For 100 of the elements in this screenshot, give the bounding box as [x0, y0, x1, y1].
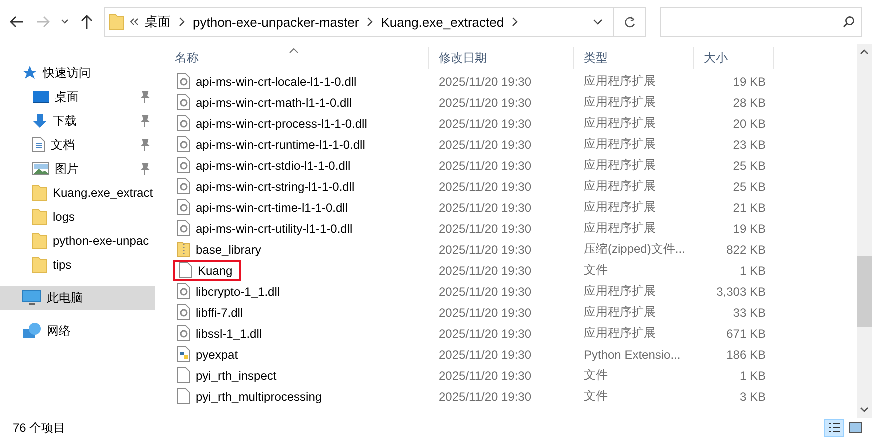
pin-icon	[140, 163, 150, 175]
table-cell-text: 2025/11/20 19:30	[438, 178, 533, 196]
dll-file-icon	[177, 115, 191, 132]
blank-file-icon	[179, 262, 193, 279]
sidebar-item[interactable]: logs	[0, 205, 155, 229]
breadcrumb[interactable]: Kuang.exe_extracted	[379, 14, 506, 30]
table-cell-text: 822 KB	[726, 242, 767, 258]
sidebar-item[interactable]: 桌面	[0, 85, 155, 109]
table-cell-text: Python Extensio...	[583, 346, 682, 364]
address-bar[interactable]: 桌面 python-exe-unpacker-master Kuang.exe_extracted	[104, 7, 614, 37]
sidebar-item[interactable]: 此电脑	[0, 286, 155, 310]
file-name[interactable]: api-ms-win-crt-utility-l1-1-0.dll	[173, 218, 359, 239]
refresh-button[interactable]	[614, 7, 646, 37]
document-icon	[32, 137, 46, 153]
table-cell-text: 应用程序扩展	[583, 136, 657, 153]
dll-file-icon	[177, 178, 191, 195]
search-field[interactable]	[660, 7, 862, 37]
breadcrumb[interactable]: 桌面	[143, 13, 173, 31]
breadcrumb[interactable]: python-exe-unpacker-master	[191, 14, 362, 30]
table-cell-text: 应用程序扩展	[583, 73, 657, 90]
table-cell-text: 25 KB	[732, 178, 767, 196]
table-cell-text: 2025/11/20 19:30	[438, 304, 533, 322]
column-header[interactable]: 名称	[165, 47, 429, 69]
table-cell-text: 2025/11/20 19:30	[438, 74, 533, 90]
table-cell-text: 2025/11/20 19:30	[438, 220, 533, 238]
scroll-thumb[interactable]	[857, 256, 872, 327]
dll-file-icon	[177, 157, 191, 174]
item-count: 76 个项目	[13, 420, 67, 436]
blank-file-icon	[177, 388, 191, 405]
table-cell-text: 1 KB	[738, 262, 767, 280]
column-header[interactable]: 大小	[694, 47, 774, 69]
table-cell-text: 3,303 KB	[716, 284, 767, 300]
down-chevron-icon	[860, 407, 869, 413]
table-cell-text: 25 KB	[732, 158, 767, 174]
download-arrow-icon	[32, 113, 48, 129]
computer-icon	[22, 290, 42, 306]
chevron-icon	[365, 16, 376, 28]
file-name[interactable]: base_library	[173, 239, 268, 260]
table-cell-text: 33 KB	[732, 304, 767, 322]
pin-icon	[140, 115, 150, 127]
file-name[interactable]: api-ms-win-crt-string-l1-1-0.dll	[173, 176, 361, 197]
file-name[interactable]: pyi_rth_multiprocessing	[173, 386, 328, 407]
table-cell-text: 应用程序扩展	[583, 325, 657, 342]
dll-file-icon	[177, 136, 191, 153]
file-name[interactable]: libcrypto-1_1.dll	[173, 281, 286, 302]
table-cell-text: 20 KB	[732, 116, 767, 132]
pin-icon	[140, 139, 150, 151]
search-icon	[843, 16, 855, 28]
file-name[interactable]: Kuang	[173, 260, 241, 281]
column-header[interactable]: 修改日期	[429, 47, 574, 69]
chevron-icon	[510, 16, 520, 28]
table-cell-text: 2025/11/20 19:30	[438, 136, 533, 154]
scrollbar[interactable]	[857, 44, 872, 418]
double-chevron-icon	[129, 17, 139, 27]
dll-file-icon	[177, 94, 191, 111]
table-cell-text: 19 KB	[732, 74, 767, 90]
sidebar-item[interactable]: Kuang.exe_extract	[0, 181, 155, 205]
table-cell-text: 2025/11/20 19:30	[438, 346, 533, 364]
python-file-icon	[177, 346, 191, 363]
folder-icon	[32, 208, 48, 226]
table-cell-text: 2025/11/20 19:30	[438, 368, 533, 384]
column-header[interactable]: 类型	[574, 47, 694, 69]
file-name[interactable]: libssl-1_1.dll	[173, 323, 268, 344]
large-icons-view-icon	[849, 421, 863, 435]
star-icon	[22, 65, 38, 81]
file-name[interactable]: api-ms-win-crt-locale-l1-1-0.dll	[173, 71, 363, 92]
file-name[interactable]: api-ms-win-crt-time-l1-1-0.dll	[173, 197, 354, 218]
file-name[interactable]: api-ms-win-crt-math-l1-1-0.dll	[173, 92, 358, 113]
file-name[interactable]: api-ms-win-crt-process-l1-1-0.dll	[173, 113, 374, 134]
table-cell-text: 2025/11/20 19:30	[438, 200, 533, 216]
table-cell-text: 应用程序扩展	[583, 199, 657, 216]
file-name[interactable]: pyi_rth_inspect	[173, 365, 283, 386]
dll-file-icon	[177, 199, 191, 216]
dll-file-icon	[177, 220, 191, 237]
sidebar-item[interactable]: tips	[0, 253, 155, 277]
table-cell-text: 应用程序扩展	[583, 94, 657, 111]
file-name[interactable]: api-ms-win-crt-stdio-l1-1-0.dll	[173, 155, 357, 176]
folder-icon	[32, 256, 48, 274]
file-name[interactable]: libffi-7.dll	[173, 302, 250, 323]
table-cell-text: 2025/11/20 19:30	[438, 158, 533, 174]
table-cell-text: 2025/11/20 19:30	[438, 262, 533, 280]
table-cell-text: 2025/11/20 19:30	[438, 116, 533, 132]
sidebar-item[interactable]: 文档	[0, 133, 155, 157]
details-view-button[interactable]	[824, 419, 844, 437]
sidebar-item[interactable]: 网络	[0, 319, 155, 343]
sidebar-item[interactable]: 图片	[0, 157, 155, 181]
blank-file-icon	[177, 367, 191, 384]
zip-folder-icon	[177, 241, 191, 258]
sidebar-item[interactable]: 下载	[0, 109, 155, 133]
file-name[interactable]: api-ms-win-crt-runtime-l1-1-0.dll	[173, 134, 372, 155]
file-name[interactable]: pyexpat	[173, 344, 244, 365]
table-cell-text: 2025/11/20 19:30	[438, 388, 533, 406]
table-cell-text: 应用程序扩展	[583, 178, 657, 195]
sidebar-item[interactable]: python-exe-unpac	[0, 229, 155, 253]
folder-icon	[109, 13, 125, 31]
up-arrow-icon	[81, 15, 93, 29]
dll-file-icon	[177, 73, 191, 90]
sidebar-item[interactable]: 快速访问	[0, 61, 155, 85]
table-cell-text: 应用程序扩展	[583, 220, 657, 237]
table-cell-text: 压缩(zipped)文件...	[583, 241, 686, 258]
